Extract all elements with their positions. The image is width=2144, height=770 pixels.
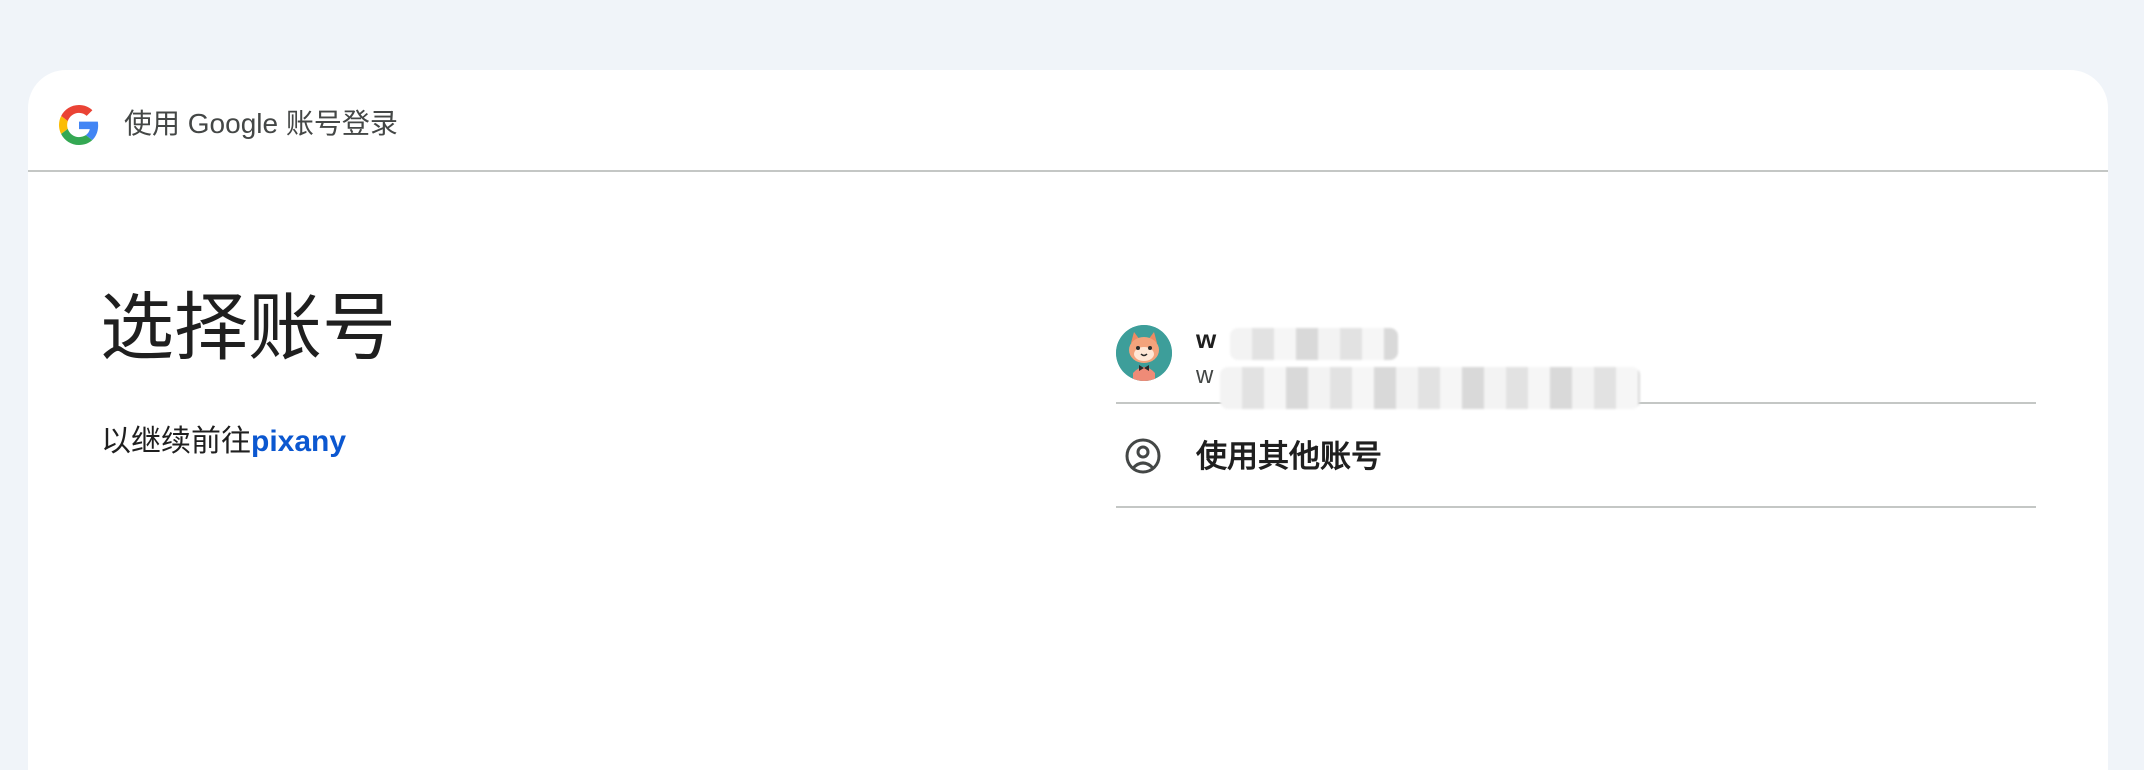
account-name-visible: w [1196,324,1217,354]
account-circle-icon [1124,437,1162,475]
use-another-account-label: 使用其他账号 [1196,439,1382,474]
header-title: 使用 Google 账号登录 [124,108,398,139]
sign-in-card: 使用 Google 账号登录 选择账号 以继续前往pixany w w 使用其他… [28,70,2108,770]
account-email: w [1196,360,1213,392]
subtitle: 以继续前往pixany [101,422,346,462]
account-name: w [1196,322,1216,356]
account-email-visible: w [1196,362,1214,389]
account-list: w w 使用其他账号 [1116,300,2036,508]
redacted-account-email [1220,367,1640,409]
page-title: 选择账号 [100,286,396,369]
use-another-account-button[interactable]: 使用其他账号 [1116,404,2036,508]
account-item[interactable]: w w [1116,300,2036,409]
redacted-account-name [1230,328,1398,360]
subtitle-prefix: 以继续前往 [101,425,251,458]
card-header: 使用 Google 账号登录 [28,70,2108,172]
google-g-logo-icon [59,105,99,145]
app-name-link[interactable]: pixany [251,425,346,458]
cat-avatar-icon [1116,325,1172,381]
